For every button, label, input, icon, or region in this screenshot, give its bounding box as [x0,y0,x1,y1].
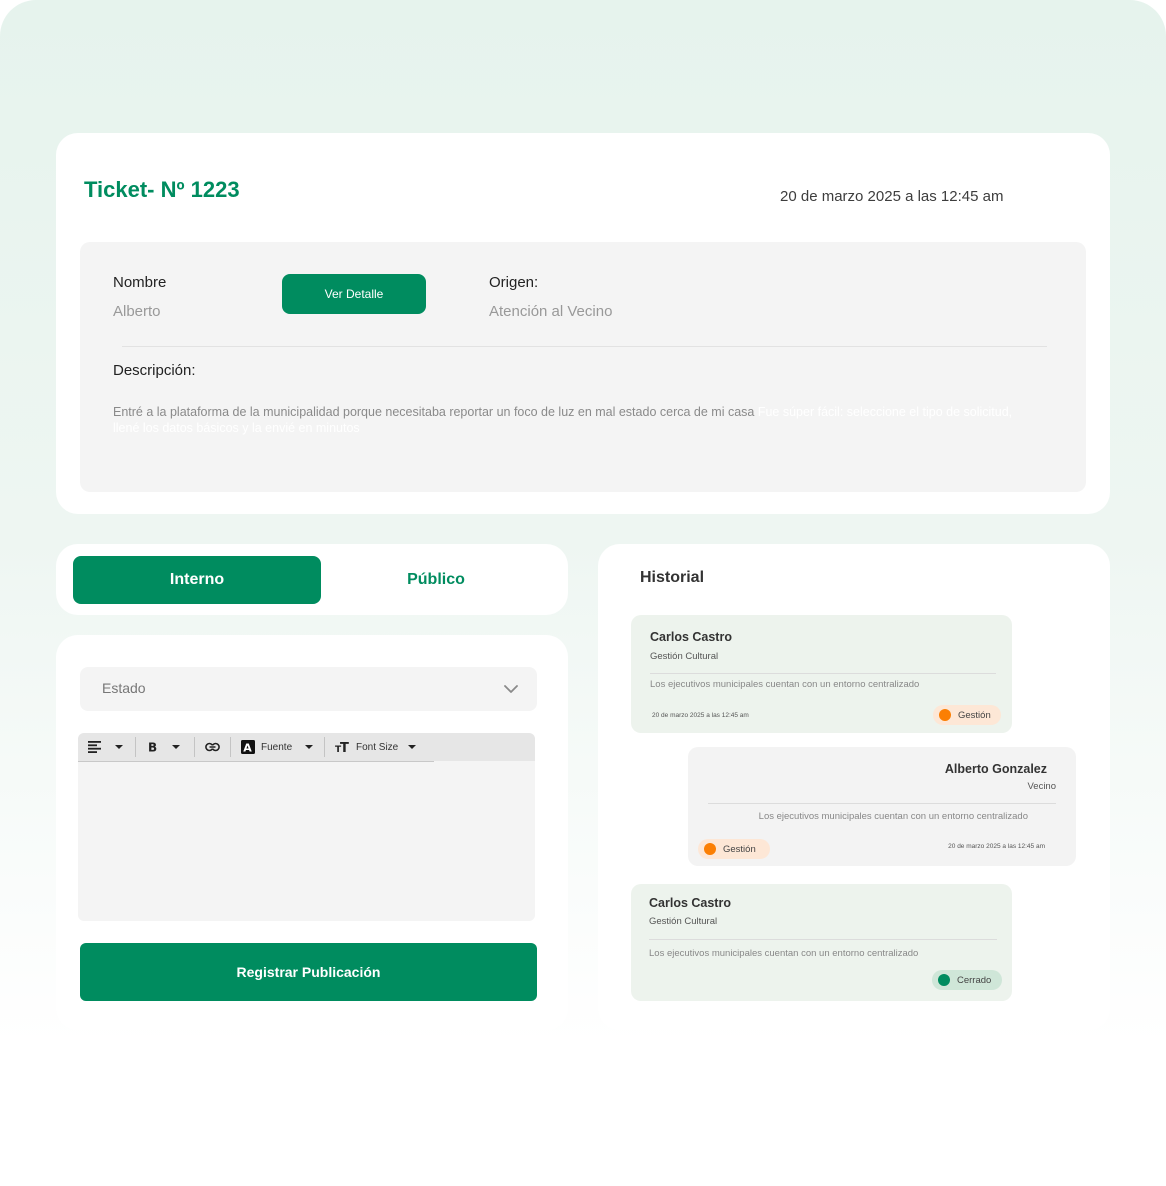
publication-form: Estado B A Fuente T T Font Size Registra… [56,635,568,1030]
nombre-value: Alberto [113,303,161,320]
svg-text:A: A [243,742,252,755]
bold-icon: B [148,741,157,753]
estado-select[interactable]: Estado [80,667,537,711]
entry-role: Gestión Cultural [649,916,718,927]
entry-message: Los ejecutivos municipales cuentan con u… [650,679,920,690]
entry-author: Alberto Gonzalez [944,762,1047,776]
descripcion-text: Entré a la plataforma de la municipalida… [113,404,1013,436]
font-size-label: Font Size [356,741,399,753]
history-entry: Carlos Castro Gestión Cultural Los ejecu… [631,615,1012,733]
ticket-info-panel: Nombre Alberto Ver Detalle Origen: Atenc… [80,242,1086,492]
rich-text-editor: B A Fuente T T Font Size [78,733,535,921]
svg-text:B: B [148,741,157,753]
entry-divider [649,939,997,940]
status-badge: Gestión [698,839,770,859]
ticket-card: Ticket- Nº 1223 20 de marzo 2025 a las 1… [56,133,1110,514]
bold-button[interactable]: B [148,733,180,761]
caret-down-icon [172,745,180,749]
entry-date: 20 de marzo 2025 a las 12:45 am [652,712,749,719]
link-icon [205,742,220,752]
nombre-label: Nombre [113,274,167,291]
svg-text:T: T [340,741,349,753]
toolbar-separator [230,737,231,757]
entry-author: Carlos Castro [650,630,732,644]
caret-down-icon [408,745,417,749]
font-size-button[interactable]: T T Font Size [335,733,417,761]
tab-publico[interactable]: Público [356,556,516,604]
ticket-title: Ticket- Nº 1223 [84,177,240,202]
align-left-icon [88,741,101,753]
app-frame: Ticket- Nº 1223 20 de marzo 2025 a las 1… [0,0,1166,1186]
entry-role: Vecino [1027,781,1056,792]
toolbar-separator [324,737,325,757]
status-dot [939,709,951,721]
panel-divider [122,346,1047,347]
caret-down-icon [305,745,314,749]
chevron-down-icon [504,685,518,693]
font-family-button[interactable]: A Fuente [241,733,314,761]
history-entry: Carlos Castro Gestión Cultural Los ejecu… [631,884,1012,1001]
toolbar-separator [194,737,195,757]
entry-message: Los ejecutivos municipales cuentan con u… [758,811,1028,822]
toolbar-separator [135,737,136,757]
ver-detalle-button[interactable]: Ver Detalle [282,274,426,314]
origen-value: Atención al Vecino [489,303,613,320]
status-badge: Cerrado [932,970,1002,990]
text-size-icon: T T [335,741,349,753]
historial-card: Historial Carlos Castro Gestión Cultural… [598,544,1110,1030]
tab-interno[interactable]: Interno [73,556,321,604]
descripcion-main: Entré a la plataforma de la municipalida… [113,405,755,419]
estado-placeholder: Estado [102,680,146,696]
status-label: Gestión [958,709,991,721]
toolbar-underline [78,761,434,762]
registrar-publicacion-button[interactable]: Registrar Publicación [80,943,537,1001]
font-icon: A [241,740,255,754]
origen-label: Origen: [489,274,539,291]
entry-author: Carlos Castro [649,896,731,910]
status-badge: Gestión [933,705,1001,725]
entry-message: Los ejecutivos municipales cuentan con u… [649,948,919,959]
font-label: Fuente [261,741,293,753]
entry-divider [650,673,996,674]
link-button[interactable] [205,733,220,761]
caret-down-icon [115,745,123,749]
history-entry: Alberto Gonzalez Vecino Los ejecutivos m… [688,747,1076,866]
descripcion-label: Descripción: [113,362,196,379]
status-label: Cerrado [957,974,992,986]
tabs-bar: Interno Público [56,544,568,615]
status-label: Gestión [723,843,756,855]
status-dot [938,974,950,986]
editor-toolbar: B A Fuente T T Font Size [78,733,535,761]
entry-divider [708,803,1056,804]
entry-role: Gestión Cultural [650,651,719,662]
ticket-date: 20 de marzo 2025 a las 12:45 am [780,188,1004,205]
status-dot [704,843,716,855]
historial-title: Historial [640,569,705,586]
entry-date: 20 de marzo 2025 a las 12:45 am [948,843,1045,850]
align-button[interactable] [88,733,123,761]
